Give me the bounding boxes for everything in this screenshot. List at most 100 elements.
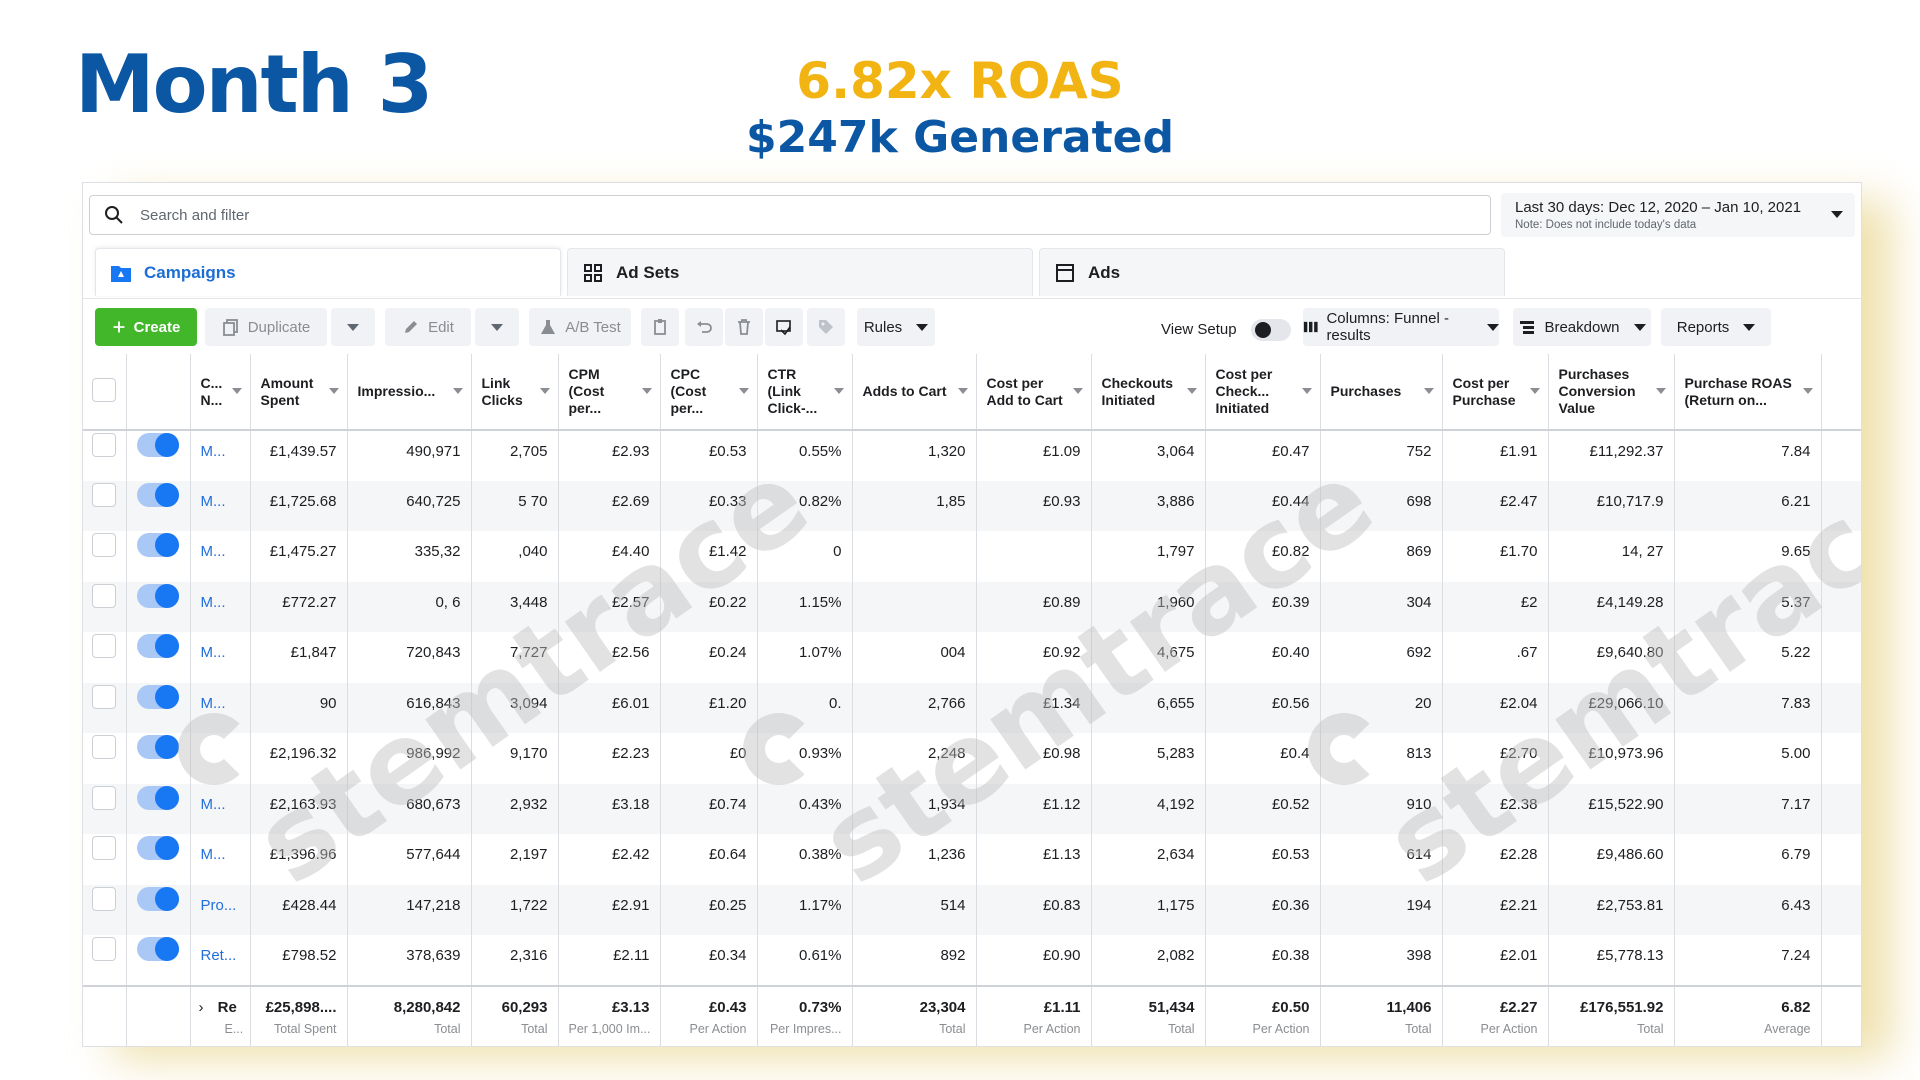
table-cell: £2.91 xyxy=(558,884,661,935)
reports-button[interactable]: Reports xyxy=(1661,308,1771,346)
column-header[interactable]: Purchases Conversion Value xyxy=(1548,354,1675,431)
campaign-toggle[interactable] xyxy=(126,935,191,986)
row-checkbox[interactable] xyxy=(83,783,127,834)
row-checkbox[interactable] xyxy=(83,581,127,632)
row-checkbox[interactable] xyxy=(83,430,127,481)
table-row[interactable]: M... £1,475.27 335,32,040 £4.40 £1.42 0 1,797 £… xyxy=(83,531,1861,582)
table-cell: 1,797 xyxy=(1091,531,1206,582)
table-row[interactable]: Pro... £428.44 147,218 1,722 £2.91 £0.25 1.17%… xyxy=(83,884,1861,935)
table-row[interactable]: M... £1,396.96 577,644 2,197 £2.42 £0.64 0.38%… xyxy=(83,834,1861,885)
table-row[interactable]: M... £1,847 720,843 7,727 £2.56 £0.24 1.07% 004… xyxy=(83,632,1861,683)
column-header[interactable]: Checkouts Initiated xyxy=(1091,354,1206,431)
column-header[interactable]: Impressio... xyxy=(347,354,472,431)
undo-button[interactable] xyxy=(685,308,723,346)
campaign-name-link[interactable]: M... xyxy=(190,480,251,531)
column-header[interactable]: CPC (Cost per... xyxy=(660,354,758,431)
table-cell: 004 xyxy=(852,632,977,683)
table-cell: 5.00 xyxy=(1674,733,1822,784)
column-header[interactable]: Cost per Check... Initiated xyxy=(1205,354,1321,431)
row-checkbox[interactable] xyxy=(83,632,127,683)
table-cell: 6.43 xyxy=(1674,884,1822,935)
table-row[interactable]: M... £2,163.93 680,673 2,932 £3.18 £0.74 0.43%… xyxy=(83,783,1861,834)
campaign-toggle[interactable] xyxy=(126,632,191,683)
clipboard-button[interactable] xyxy=(641,308,679,346)
column-header[interactable]: Amount Spent xyxy=(250,354,348,431)
edit-dropdown[interactable] xyxy=(475,308,519,346)
breakdown-button[interactable]: Breakdown xyxy=(1513,308,1651,346)
totals-name[interactable]: › Re E... xyxy=(190,984,251,1046)
campaign-toggle[interactable] xyxy=(126,480,191,531)
tab-ad-sets[interactable]: Ad Sets xyxy=(567,248,1033,296)
campaign-name-link[interactable]: M... xyxy=(190,581,251,632)
select-all-checkbox[interactable] xyxy=(83,354,127,431)
campaign-name-link[interactable]: Pro... xyxy=(190,884,251,935)
duplicate-dropdown[interactable] xyxy=(331,308,375,346)
table-row[interactable]: M... 90 616,843 3,094 £6.01 £1.20 0. 2,766 £1.3… xyxy=(83,682,1861,733)
duplicate-button[interactable]: Duplicate xyxy=(205,308,327,346)
total-cell: £0.50 Per Action xyxy=(1205,984,1321,1046)
campaign-name-link[interactable]: M... xyxy=(190,430,251,481)
delete-button[interactable] xyxy=(725,308,763,346)
column-header[interactable]: C... N... xyxy=(190,354,251,431)
tab-campaigns[interactable]: Campaigns xyxy=(95,248,561,296)
row-checkbox[interactable] xyxy=(83,531,127,582)
transfer-button[interactable] xyxy=(765,308,803,346)
column-header[interactable]: Cost per Add to Cart xyxy=(976,354,1092,431)
table-cell: £2.42 xyxy=(558,834,661,885)
campaign-toggle[interactable] xyxy=(126,682,191,733)
table-cell: 1,236 xyxy=(852,834,977,885)
campaign-name-link[interactable]: M... xyxy=(190,632,251,683)
table-cell: 698 xyxy=(1320,480,1443,531)
table-cell: £1.42 xyxy=(660,531,758,582)
date-range-picker[interactable]: Last 30 days: Dec 12, 2020 – Jan 10, 202… xyxy=(1501,193,1855,237)
table-row[interactable]: M... £772.27 0, 6 3,448 £2.57 £0.22 1.15% £0.89… xyxy=(83,581,1861,632)
rules-button[interactable]: Rules xyxy=(857,308,935,346)
ab-test-button[interactable]: A/B Test xyxy=(529,308,631,346)
table-cell: £2.23 xyxy=(558,733,661,784)
column-header[interactable]: Adds to Cart xyxy=(852,354,977,431)
search-bar[interactable] xyxy=(89,195,1491,235)
column-header[interactable]: Link Clicks xyxy=(471,354,559,431)
table-row[interactable]: Ret... £798.52 378,639 2,316 £2.11 £0.34 0.61%… xyxy=(83,935,1861,986)
row-checkbox[interactable] xyxy=(83,884,127,935)
campaign-toggle[interactable] xyxy=(126,884,191,935)
row-checkbox[interactable] xyxy=(83,682,127,733)
row-checkbox[interactable] xyxy=(83,480,127,531)
row-overflow xyxy=(1821,733,1861,784)
campaign-name-link[interactable]: M... xyxy=(190,834,251,885)
tab-ads[interactable]: Ads xyxy=(1039,248,1505,296)
edit-button[interactable]: Edit xyxy=(385,308,471,346)
sort-icon xyxy=(539,388,550,394)
view-setup-toggle[interactable] xyxy=(1251,319,1291,341)
column-header[interactable]: Purchases xyxy=(1320,354,1443,431)
campaign-name-link[interactable]: Ret... xyxy=(190,935,251,986)
table-row[interactable]: M... £1,439.57 490,971 2,705 £2.93 £0.53 0.55%… xyxy=(83,430,1861,481)
table-cell: £1.09 xyxy=(976,430,1092,481)
table-cell: £0.38 xyxy=(1205,935,1321,986)
campaign-toggle[interactable] xyxy=(126,834,191,885)
tag-button[interactable] xyxy=(807,308,845,346)
table-row[interactable]: £2,196.32 986,992 9,170 £2.23 £0 0.93% 2,248 £0… xyxy=(83,733,1861,784)
date-range-note: Note: Does not include today's data xyxy=(1515,219,1697,231)
row-checkbox[interactable] xyxy=(83,935,127,986)
table-cell: .67 xyxy=(1442,632,1549,683)
table-row[interactable]: M... £1,725.68 640,725 5 70 £2.69 £0.33 0.82% 1… xyxy=(83,480,1861,531)
campaign-name-link[interactable]: M... xyxy=(190,531,251,582)
column-header[interactable]: CTR (Link Click-... xyxy=(757,354,853,431)
campaign-name-link[interactable]: M... xyxy=(190,783,251,834)
row-checkbox[interactable] xyxy=(83,733,127,784)
columns-button[interactable]: Columns: Funnel - results xyxy=(1303,308,1499,346)
table-cell: £0.64 xyxy=(660,834,758,885)
campaign-toggle[interactable] xyxy=(126,783,191,834)
column-header[interactable]: Cost per Purchase xyxy=(1442,354,1549,431)
create-button[interactable]: Create xyxy=(95,308,197,346)
column-header[interactable]: Purchase ROAS (Return on... xyxy=(1674,354,1822,431)
table-cell: £4,149.28 xyxy=(1548,581,1675,632)
row-checkbox[interactable] xyxy=(83,834,127,885)
campaign-toggle[interactable] xyxy=(126,430,191,481)
column-header[interactable]: CPM (Cost per... xyxy=(558,354,661,431)
search-input[interactable] xyxy=(140,206,1040,224)
campaign-toggle[interactable] xyxy=(126,531,191,582)
table-cell: 0.38% xyxy=(757,834,853,885)
campaign-toggle[interactable] xyxy=(126,581,191,632)
